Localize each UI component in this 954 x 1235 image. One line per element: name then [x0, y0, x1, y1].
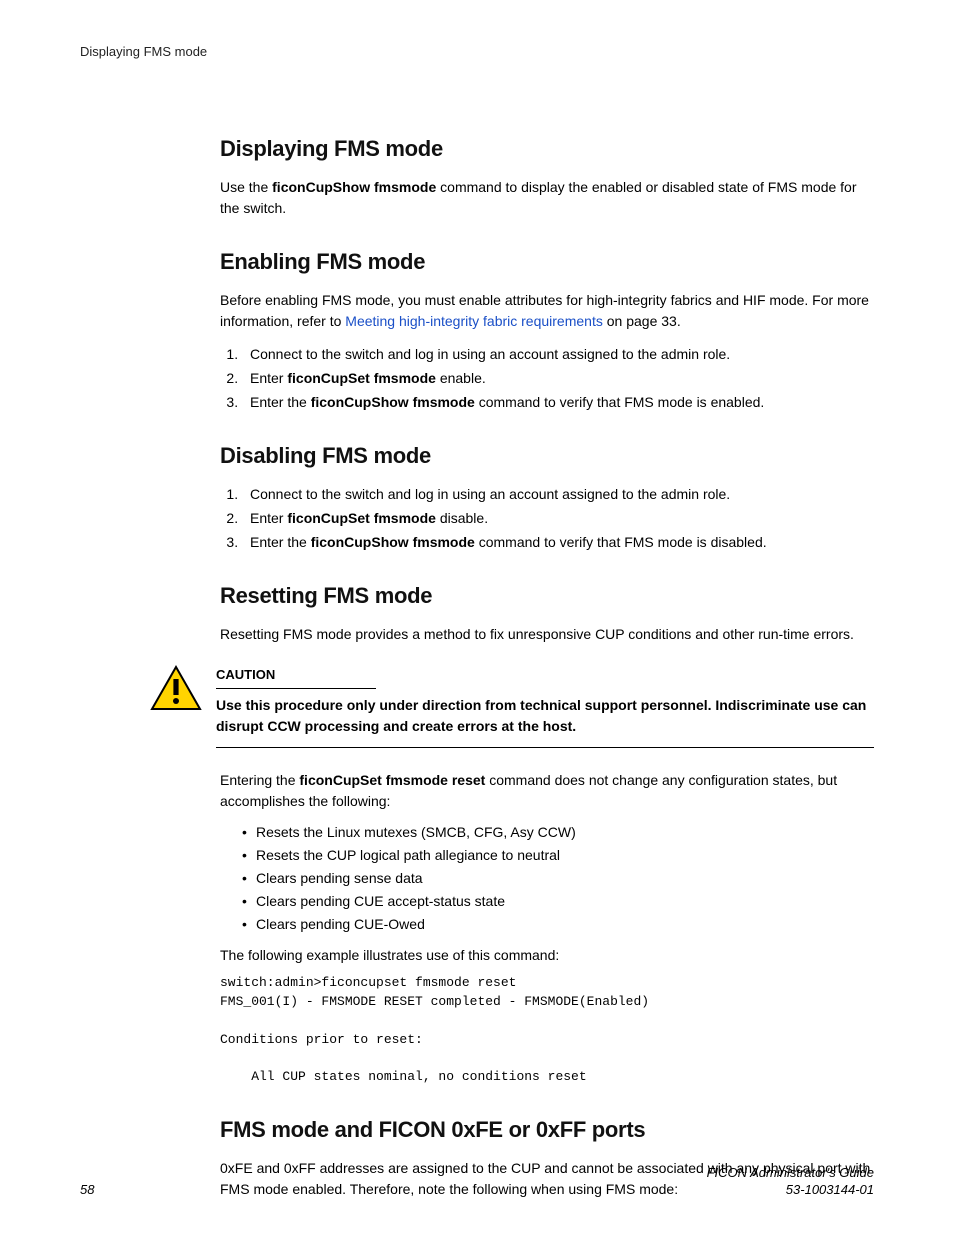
text: Use the: [220, 179, 272, 195]
footer-doc-number: 53-1003144-01: [707, 1181, 874, 1199]
text: command to verify that FMS mode is enabl…: [475, 394, 764, 410]
list-item: Clears pending CUE-Owed: [242, 914, 874, 935]
list-item: Connect to the switch and log in using a…: [242, 484, 874, 505]
heading-oxfe: FMS mode and FICON 0xFE or 0xFF ports: [220, 1113, 874, 1146]
main-content: Displaying FMS mode Use the ficonCupShow…: [220, 132, 874, 1201]
enabling-steps: Connect to the switch and log in using a…: [220, 344, 874, 413]
caution-text: Use this procedure only under direction …: [216, 695, 874, 748]
text: Enter the: [250, 534, 311, 550]
resetting-intro: Resetting FMS mode provides a method to …: [220, 624, 874, 645]
command-text: ficonCupSet fmsmode: [287, 510, 436, 526]
footer-guide-title: FICON Administrator's Guide: [707, 1164, 874, 1182]
text: command to verify that FMS mode is disab…: [475, 534, 767, 550]
command-text: ficonCupShow fmsmode: [311, 534, 475, 550]
list-item: Resets the Linux mutexes (SMCB, CFG, Asy…: [242, 822, 874, 843]
text: Enter: [250, 510, 287, 526]
heading-resetting: Resetting FMS mode: [220, 579, 874, 612]
list-item: Enter the ficonCupShow fmsmode command t…: [242, 392, 874, 413]
link-hif-requirements[interactable]: Meeting high-integrity fabric requiremen…: [345, 313, 603, 329]
heading-enabling: Enabling FMS mode: [220, 245, 874, 278]
text: on page 33.: [603, 313, 681, 329]
list-item: Enter the ficonCupShow fmsmode command t…: [242, 532, 874, 553]
example-lead: The following example illustrates use of…: [220, 945, 874, 966]
text: Entering the: [220, 772, 299, 788]
list-item: Clears pending CUE accept-status state: [242, 891, 874, 912]
heading-displaying: Displaying FMS mode: [220, 132, 874, 165]
enabling-intro: Before enabling FMS mode, you must enabl…: [220, 290, 874, 332]
command-text: ficonCupShow fmsmode: [272, 179, 436, 195]
command-text: ficonCupShow fmsmode: [311, 394, 475, 410]
displaying-paragraph: Use the ficonCupShow fmsmode command to …: [220, 177, 874, 219]
text: disable.: [436, 510, 488, 526]
heading-disabling: Disabling FMS mode: [220, 439, 874, 472]
text: Enter: [250, 370, 287, 386]
list-item: Connect to the switch and log in using a…: [242, 344, 874, 365]
caution-block: CAUTION Use this procedure only under di…: [150, 665, 874, 763]
caution-label: CAUTION: [216, 665, 376, 690]
resetting-after-caution: Entering the ficonCupSet fmsmode reset c…: [220, 770, 874, 812]
disabling-steps: Connect to the switch and log in using a…: [220, 484, 874, 553]
text: Enter the: [250, 394, 311, 410]
list-item: Resets the CUP logical path allegiance t…: [242, 845, 874, 866]
resetting-bullets: Resets the Linux mutexes (SMCB, CFG, Asy…: [220, 822, 874, 935]
text: enable.: [436, 370, 486, 386]
list-item: Clears pending sense data: [242, 868, 874, 889]
command-text: ficonCupSet fmsmode: [287, 370, 436, 386]
command-text: ficonCupSet fmsmode reset: [299, 772, 485, 788]
page-footer: 58 FICON Administrator's Guide 53-100314…: [80, 1164, 874, 1199]
list-item: Enter ficonCupSet fmsmode enable.: [242, 368, 874, 389]
page-number: 58: [80, 1180, 94, 1200]
caution-icon: [150, 665, 202, 711]
running-header: Displaying FMS mode: [80, 42, 874, 62]
code-block: switch:admin>ficoncupset fmsmode reset F…: [220, 974, 874, 1087]
list-item: Enter ficonCupSet fmsmode disable.: [242, 508, 874, 529]
